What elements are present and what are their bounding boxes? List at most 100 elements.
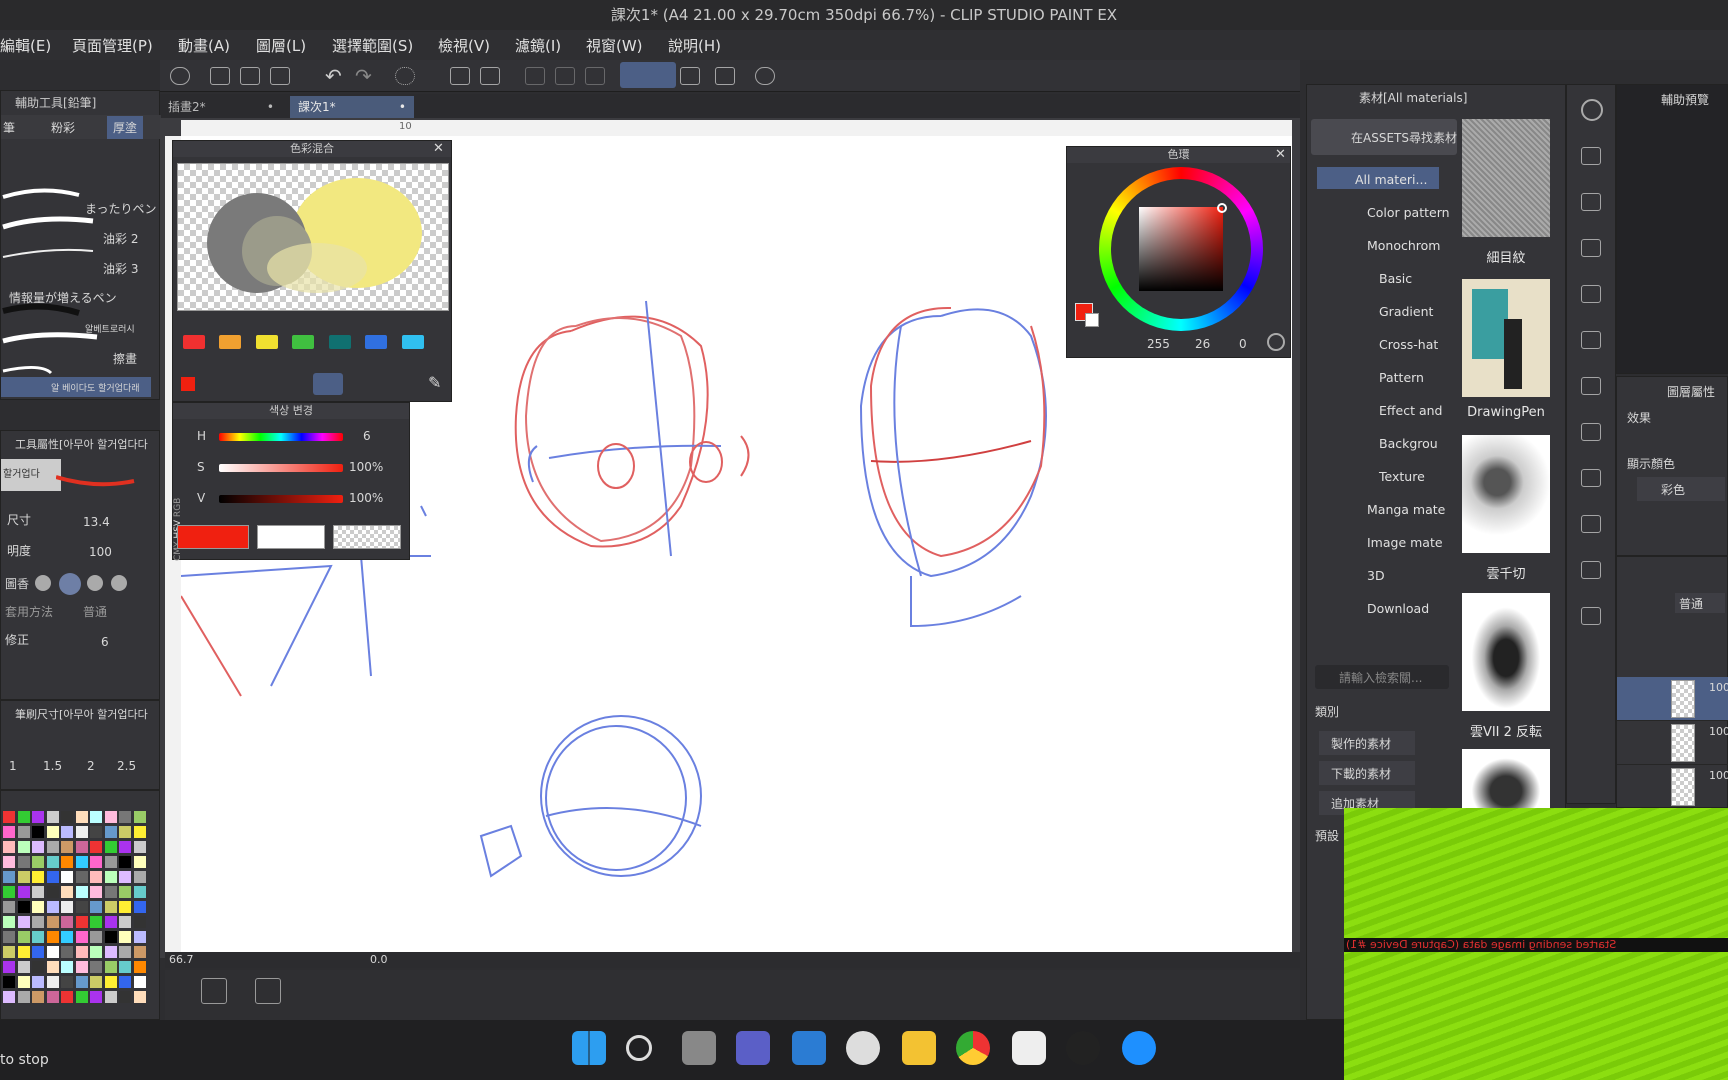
color-set-swatch[interactable] (17, 916, 30, 928)
prop-opacity-value[interactable]: 100 (89, 545, 112, 559)
color-set-swatch[interactable] (104, 826, 117, 838)
clip-logo-icon[interactable] (170, 67, 190, 85)
color-mode-select[interactable]: 彩色 (1637, 477, 1725, 501)
color-set-grid[interactable] (3, 811, 149, 1011)
color-set-swatch[interactable] (75, 961, 88, 973)
tree-item[interactable]: 3D (1367, 568, 1385, 583)
color-set-swatch[interactable] (32, 901, 44, 913)
color-set-swatch[interactable] (133, 886, 146, 898)
color-set-swatch[interactable] (61, 811, 73, 823)
color-set-swatch[interactable] (104, 976, 117, 988)
color-set-swatch[interactable] (104, 886, 117, 898)
brush-tip-buttons[interactable] (31, 573, 151, 595)
color-set-swatch[interactable] (133, 976, 146, 988)
color-set-swatch[interactable] (119, 961, 131, 973)
color-set-swatch[interactable] (104, 991, 117, 1003)
material-thumb-cloud-reverse[interactable] (1462, 593, 1550, 711)
color-set-swatch[interactable] (3, 841, 15, 853)
color-set-swatch[interactable] (32, 931, 44, 943)
eyedropper-icon[interactable]: ✎ (428, 373, 441, 392)
color-picker-cursor[interactable] (1217, 203, 1227, 213)
material-thumb-fine-grain[interactable] (1462, 119, 1550, 237)
menu-selection[interactable]: 選擇範圍(S) (332, 35, 413, 56)
material-icon[interactable] (1581, 423, 1601, 441)
tab-thick-paint[interactable]: 厚塗 (107, 116, 144, 139)
color-set-swatch[interactable] (61, 991, 73, 1003)
brush-item[interactable]: 情報量が増えるペン (9, 289, 117, 306)
value-slider[interactable] (219, 495, 343, 503)
help-icon[interactable] (755, 67, 775, 85)
zoom-value[interactable]: 66.7 (169, 953, 194, 966)
color-set-swatch[interactable] (90, 886, 102, 898)
color-set-swatch[interactable] (119, 946, 131, 958)
material-icon[interactable] (1581, 285, 1601, 303)
palette-swatch-teal[interactable] (329, 335, 351, 349)
menu-view[interactable]: 檢視(V) (438, 35, 490, 56)
open-file-icon[interactable] (240, 67, 260, 85)
color-set-swatch[interactable] (3, 931, 15, 943)
color-set-swatch[interactable] (17, 991, 30, 1003)
color-set-swatch[interactable] (133, 946, 146, 958)
tree-item[interactable]: Color pattern (1367, 205, 1450, 220)
color-set-swatch[interactable] (104, 811, 117, 823)
color-set-swatch[interactable] (3, 886, 15, 898)
menu-layer[interactable]: 圖層(L) (256, 35, 306, 56)
snap-grid-icon[interactable] (585, 67, 605, 85)
color-set-swatch[interactable] (32, 976, 44, 988)
color-set-swatch[interactable] (104, 856, 117, 868)
color-set-swatch[interactable] (104, 946, 117, 958)
color-set-swatch[interactable] (61, 931, 73, 943)
color-set-swatch[interactable] (32, 856, 44, 868)
edit-icon[interactable] (680, 67, 700, 85)
tab-illustration2[interactable]: 插畫2* • (160, 96, 282, 118)
alien-app-icon[interactable] (846, 1031, 880, 1065)
menu-page[interactable]: 頁面管理(P) (72, 35, 153, 56)
color-set-swatch[interactable] (75, 871, 88, 883)
color-set-swatch[interactable] (3, 871, 15, 883)
color-set-swatch[interactable] (32, 871, 44, 883)
color-set-swatch[interactable] (90, 976, 102, 988)
menu-help[interactable]: 說明(H) (668, 35, 721, 56)
palette-swatch-blue[interactable] (365, 335, 387, 349)
color-set-swatch[interactable] (32, 841, 44, 853)
color-set-swatch[interactable] (46, 946, 59, 958)
color-set-swatch[interactable] (46, 916, 59, 928)
color-set-swatch[interactable] (90, 946, 102, 958)
material-icon[interactable] (1581, 239, 1601, 257)
color-set-swatch[interactable] (61, 871, 73, 883)
color-set-swatch[interactable] (119, 871, 131, 883)
color-set-swatch[interactable] (119, 811, 131, 823)
fill-icon[interactable] (450, 67, 470, 85)
palette-swatch-red[interactable] (183, 335, 205, 349)
color-set-swatch[interactable] (61, 946, 73, 958)
color-set-swatch[interactable] (17, 946, 30, 958)
color-set-swatch[interactable] (46, 886, 59, 898)
color-set-swatch[interactable] (61, 826, 73, 838)
material-icon[interactable] (1581, 607, 1601, 625)
prop-correction-value[interactable]: 6 (101, 635, 109, 649)
tree-item[interactable]: Basic (1379, 271, 1412, 286)
value-value[interactable]: 100% (349, 491, 383, 505)
prop-size-value[interactable]: 13.4 (83, 515, 110, 529)
color-set-swatch[interactable] (75, 811, 88, 823)
material-search-input[interactable]: 請輸入檢索關... (1315, 665, 1449, 689)
chrome-icon[interactable] (956, 1031, 990, 1065)
transparent-color-chip[interactable] (333, 525, 401, 549)
color-set-swatch[interactable] (133, 826, 146, 838)
brush-item-selected[interactable]: 알 베이다도 할거업다래 (1, 377, 151, 397)
color-set-swatch[interactable] (133, 931, 146, 943)
tab-rgb[interactable]: RGB (173, 498, 183, 517)
color-set-swatch[interactable] (17, 961, 30, 973)
color-set-swatch[interactable] (46, 841, 59, 853)
brush-size-2[interactable]: 2 (87, 759, 95, 773)
color-set-swatch[interactable] (119, 931, 131, 943)
color-set-swatch[interactable] (119, 856, 131, 868)
tree-item[interactable]: Gradient (1379, 304, 1433, 319)
rotation-value[interactable]: 0.0 (370, 953, 388, 966)
color-set-swatch[interactable] (32, 916, 44, 928)
fit-page-icon[interactable] (255, 978, 281, 1004)
wheel-settings-icon[interactable] (1267, 333, 1285, 351)
color-set-swatch[interactable] (17, 811, 30, 823)
color-set-swatch[interactable] (90, 871, 102, 883)
color-set-swatch[interactable] (119, 991, 131, 1003)
